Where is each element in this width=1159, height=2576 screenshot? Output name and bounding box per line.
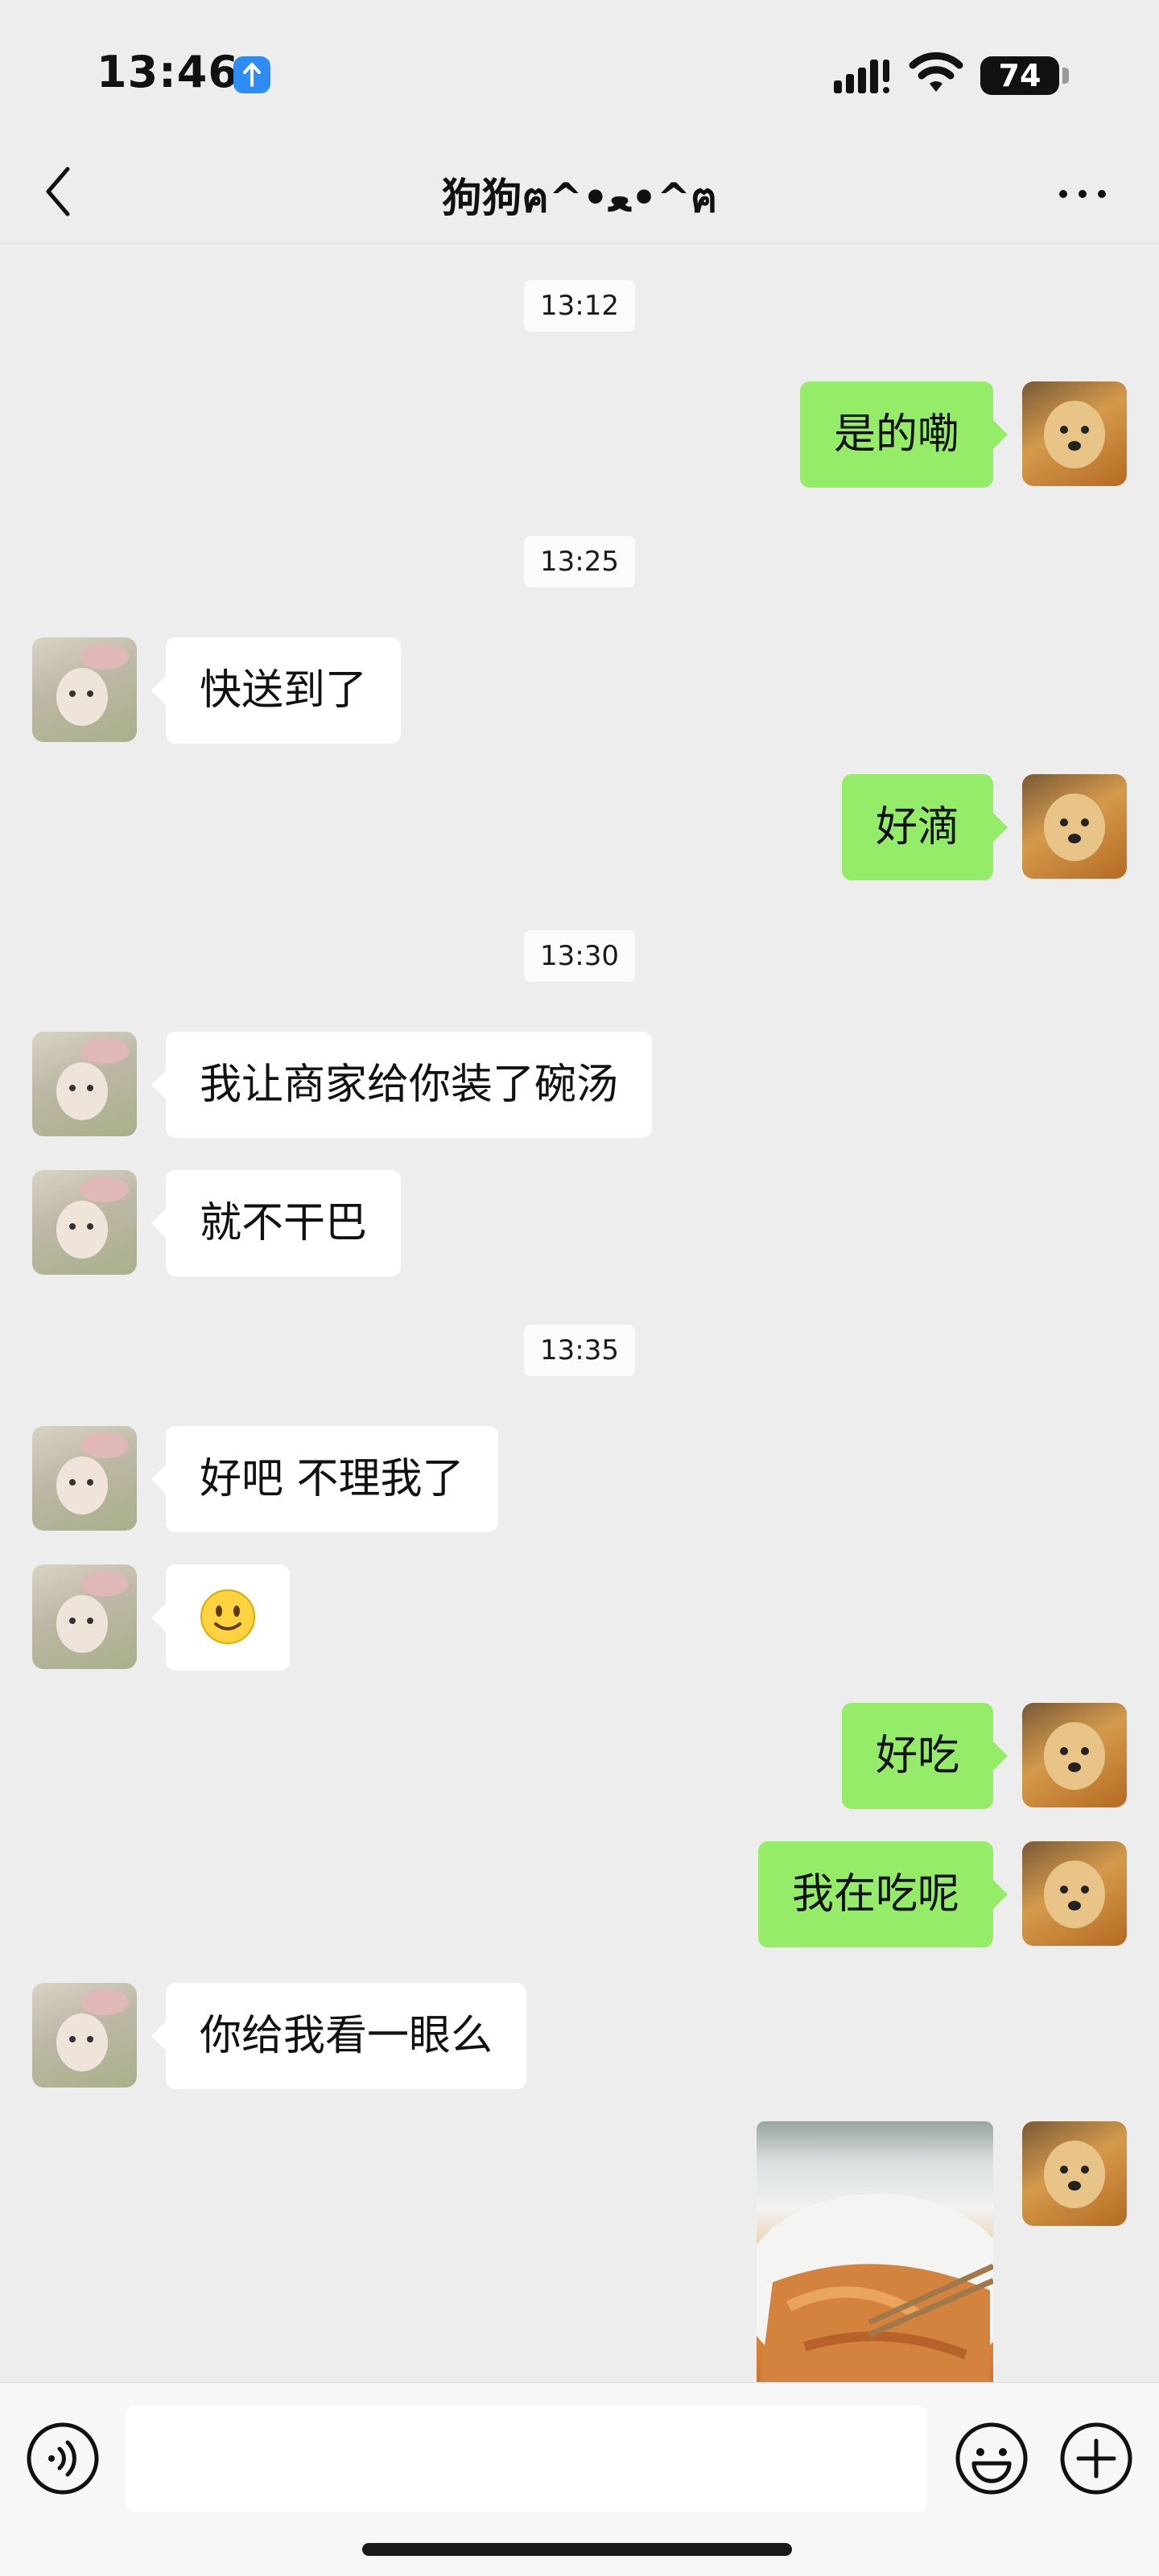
chat-title: 狗狗ฅ^•ﻌ•^ฅ <box>441 175 718 221</box>
message-bubble-friend[interactable] <box>151 1564 290 1671</box>
voice-icon[interactable] <box>26 2421 100 2496</box>
avatar-self[interactable] <box>1022 1703 1127 1807</box>
message-input[interactable] <box>126 2405 927 2512</box>
cellular-signal-icon <box>834 60 889 93</box>
photo-message[interactable] <box>757 2121 993 2382</box>
message-bubble-friend[interactable]: 好吧 不理我了 <box>151 1426 498 1532</box>
message-bubble-friend[interactable]: 快送到了 <box>151 637 402 744</box>
message-bubble-friend[interactable]: 你给我看一眼么 <box>151 1983 527 2089</box>
message-bubble-self[interactable]: 好吃 <box>841 1703 1008 1809</box>
avatar-self[interactable] <box>1022 2121 1127 2226</box>
avatar-friend[interactable] <box>32 1564 137 1669</box>
smile-emoji-icon <box>200 1589 255 1644</box>
avatar-self[interactable] <box>1022 774 1127 879</box>
wifi-icon <box>909 52 963 92</box>
avatar-friend[interactable] <box>32 1426 137 1531</box>
avatar-self[interactable] <box>1022 1841 1127 1946</box>
message-bubble-self[interactable]: 我在吃呢 <box>757 1841 1008 1947</box>
time-separator: 13:35 <box>524 1325 635 1376</box>
emoji-icon[interactable] <box>955 2421 1029 2496</box>
more-icon[interactable] <box>1054 174 1111 214</box>
battery-icon: 74 <box>980 56 1059 95</box>
message-bubble-friend[interactable]: 就不干巴 <box>151 1170 402 1276</box>
status-time: 13:46 <box>97 47 239 97</box>
home-indicator[interactable] <box>362 2543 792 2556</box>
battery-level: 74 <box>998 58 1041 93</box>
time-separator: 13:12 <box>524 280 635 332</box>
message-bubble-friend[interactable]: 我让商家给你装了碗汤 <box>151 1032 653 1138</box>
plus-icon[interactable] <box>1059 2421 1133 2496</box>
time-separator: 13:25 <box>524 536 635 587</box>
time-separator: 13:30 <box>524 930 635 982</box>
message-bubble-self[interactable]: 是的嘞 <box>799 381 1008 488</box>
avatar-friend[interactable] <box>32 1170 137 1275</box>
chat-area[interactable]: 13:12 是的嘞 13:25 快送到了 好滴 13:30 我让商家给你装了碗汤… <box>0 243 1159 2382</box>
message-bubble-self[interactable]: 好滴 <box>841 774 1008 880</box>
avatar-friend[interactable] <box>32 1983 137 2088</box>
avatar-friend[interactable] <box>32 637 137 742</box>
battery-cap <box>1062 68 1069 84</box>
status-bar: 13:46 74 <box>0 0 1159 145</box>
location-arrow-icon <box>233 56 270 93</box>
nav-bar: 狗狗ฅ^•ﻌ•^ฅ <box>0 145 1159 244</box>
avatar-friend[interactable] <box>32 1032 137 1136</box>
avatar-self[interactable] <box>1022 381 1127 486</box>
